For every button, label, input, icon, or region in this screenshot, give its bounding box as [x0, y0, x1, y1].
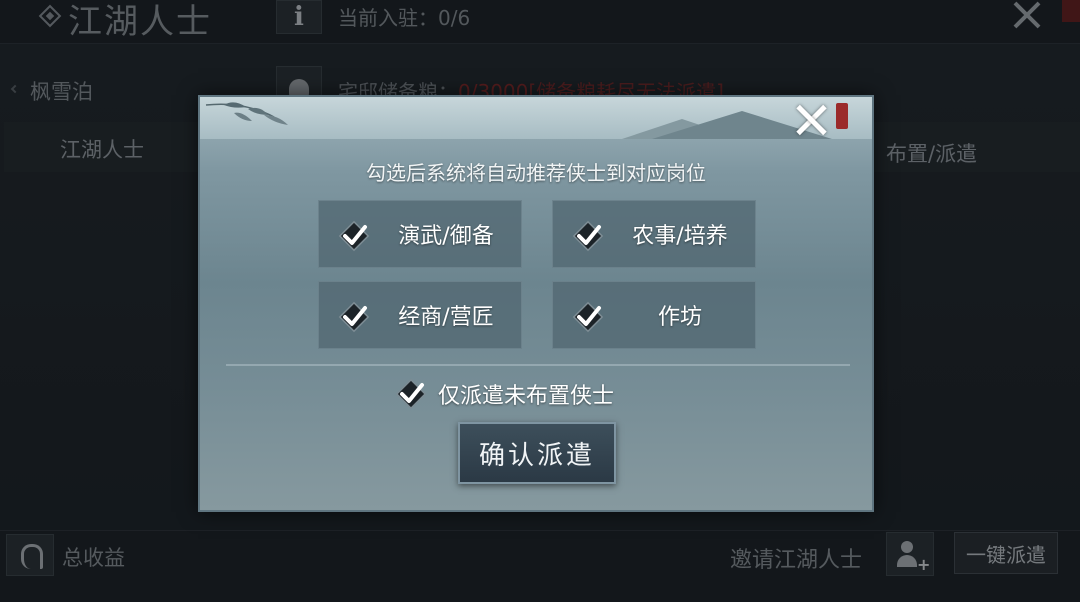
- confirm-dispatch-button[interactable]: 确认派遣: [458, 422, 616, 484]
- option-label: 经商/营匠: [398, 305, 494, 330]
- dialog-header: [200, 97, 872, 139]
- dialog-hint: 勾选后系统将自动推荐侠士到对应岗位: [366, 161, 706, 185]
- check-icon: [337, 219, 371, 253]
- option-label: 作坊: [657, 305, 702, 330]
- only-unassigned-label: 仅派遣未布置侠士: [438, 384, 615, 409]
- check-icon: [337, 300, 371, 334]
- option-trade-craft[interactable]: 经商/营匠: [318, 281, 522, 349]
- check-icon: [571, 300, 605, 334]
- dispatch-dialog: 勾选后系统将自动推荐侠士到对应岗位 演武/御备 农事/培养 经商/营匠 作坊 仅…: [198, 95, 874, 512]
- option-label: 农事/培养: [632, 224, 728, 249]
- option-farming-training[interactable]: 农事/培养: [552, 200, 756, 268]
- check-icon: [571, 219, 605, 253]
- option-workshop[interactable]: 作坊: [552, 281, 756, 349]
- seal-icon: [836, 103, 848, 129]
- close-icon[interactable]: [794, 103, 828, 137]
- option-martial-defense[interactable]: 演武/御备: [318, 200, 522, 268]
- bamboo-decoration-icon: [205, 102, 288, 125]
- divider: [226, 364, 850, 366]
- check-icon: [394, 377, 428, 411]
- option-label: 演武/御备: [398, 224, 494, 249]
